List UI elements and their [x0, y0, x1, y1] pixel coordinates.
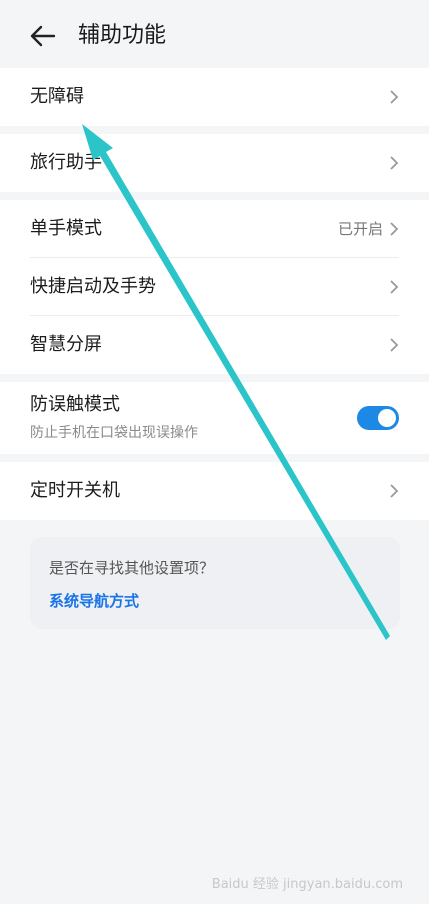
row-label: 快捷启动及手势 [30, 276, 156, 297]
chevron-right-icon [390, 484, 399, 498]
watermark: Baidu 经验 jingyan.baidu.com [211, 877, 403, 892]
system-navigation-link[interactable]: 系统导航方式 [49, 590, 139, 611]
settings-group-4: 防误触模式 防止手机在口袋出现误操作 [0, 382, 429, 454]
smart-split-screen-row[interactable]: 智慧分屏 [0, 316, 429, 374]
row-label: 单手模式 [30, 218, 102, 239]
accessibility-row[interactable]: 无障碍 [0, 68, 429, 126]
settings-group-1: 无障碍 [0, 68, 429, 126]
row-label: 定时开关机 [30, 480, 120, 501]
chevron-right-icon [390, 222, 399, 236]
chevron-right-icon [390, 338, 399, 352]
chevron-right-icon [390, 280, 399, 294]
chevron-right-icon [390, 90, 399, 104]
toggle-knob [378, 409, 396, 427]
top-bar: 辅助功能 [0, 0, 429, 70]
row-label: 无障碍 [30, 86, 84, 107]
row-label: 防误触模式 [30, 394, 120, 415]
row-label: 旅行助手 [30, 152, 102, 173]
row-subtitle: 防止手机在口袋出现误操作 [30, 425, 198, 441]
scheduled-power-row[interactable]: 定时开关机 [0, 462, 429, 520]
travel-assistant-row[interactable]: 旅行助手 [0, 134, 429, 192]
back-arrow-icon[interactable] [28, 22, 58, 50]
status-text: 已开启 [337, 220, 383, 238]
settings-group-5: 定时开关机 [0, 462, 429, 520]
shortcuts-gestures-row[interactable]: 快捷启动及手势 [0, 258, 429, 316]
settings-group-3: 单手模式 已开启 快捷启动及手势 智慧分屏 [0, 200, 429, 374]
accidental-touch-row[interactable]: 防误触模式 防止手机在口袋出现误操作 [0, 382, 429, 454]
suggestion-question: 是否在寻找其他设置项？ [49, 559, 215, 577]
settings-group-2: 旅行助手 [0, 134, 429, 192]
one-hand-mode-row[interactable]: 单手模式 已开启 [0, 200, 429, 258]
accidental-touch-toggle[interactable] [357, 406, 399, 430]
row-label: 智慧分屏 [30, 334, 102, 355]
chevron-right-icon [390, 156, 399, 170]
suggestion-card: 是否在寻找其他设置项？ 系统导航方式 [30, 537, 400, 629]
page-title: 辅助功能 [78, 23, 167, 48]
